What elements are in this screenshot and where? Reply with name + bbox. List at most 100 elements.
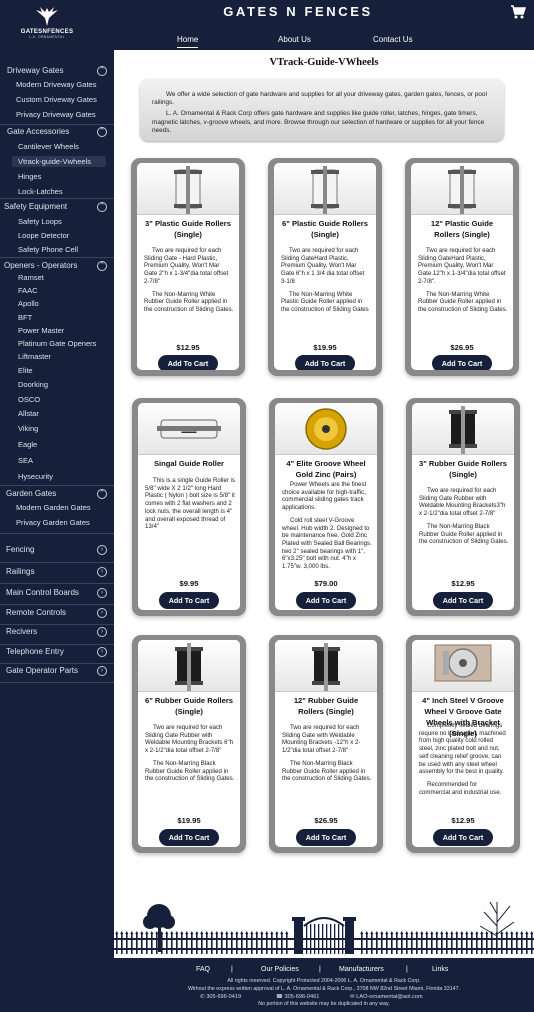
sidebar-section-railings[interactable]: Railings: [6, 567, 34, 577]
cart-icon[interactable]: [510, 4, 527, 20]
footer-email[interactable]: ✉ LAO-ornamental@aol.com: [350, 994, 423, 1000]
sidebar-item-power-master[interactable]: Power Master: [18, 326, 64, 336]
chevron-up-icon[interactable]: ⌃: [97, 66, 107, 76]
product-image[interactable]: [275, 403, 377, 455]
sidebar-section-gate-operator-parts[interactable]: Gate Operator Parts: [6, 666, 78, 676]
sidebar-section-recivers[interactable]: Recivers: [6, 627, 37, 637]
sidebar-item-safety-phone-cell[interactable]: Safety Phone Cell: [18, 245, 78, 255]
product-description: Two are required for each Sliding Gate -…: [144, 247, 234, 319]
sidebar-section-safety-equipment[interactable]: Safety Equipment: [4, 202, 67, 212]
sidebar-item-lock-latches[interactable]: Lock-Latches: [18, 187, 63, 197]
add-to-cart-button[interactable]: Add To Cart: [159, 829, 219, 846]
add-to-cart-button[interactable]: Add To Cart: [432, 355, 492, 370]
fence-picket: [246, 934, 248, 954]
single-roller-icon: ▬▬▬: [157, 419, 221, 439]
chevron-up-icon[interactable]: ⌃: [97, 127, 107, 137]
add-to-cart-button[interactable]: Add To Cart: [296, 829, 356, 846]
sidebar-item-cantilever-wheels[interactable]: Cantilever Wheels: [18, 142, 79, 152]
chevron-up-icon[interactable]: ⌃: [97, 489, 107, 499]
chevron-up-icon[interactable]: ⌃: [97, 202, 107, 212]
product-title[interactable]: 3" Rubber Guide Rollers (Single): [418, 458, 508, 480]
sidebar-section-garden-gates[interactable]: Garden Gates: [6, 489, 56, 499]
add-to-cart-button[interactable]: Add To Cart: [433, 829, 493, 846]
product-title[interactable]: 4" Elite Groove Wheel Gold Zinc (Pairs): [281, 458, 371, 480]
sidebar-section-remote-controls[interactable]: Remote Controls: [6, 608, 66, 618]
footer-link-faq[interactable]: FAQ: [196, 966, 210, 973]
sidebar-item-vtrack-guide-vwheels[interactable]: Vtrack-guide-Vwheels: [18, 157, 91, 167]
sidebar-item-custom-driveway-gates[interactable]: Custom Driveway Gates: [16, 95, 97, 105]
sidebar-item-loope-detector[interactable]: Loope Detector: [18, 231, 69, 241]
sidebar-item-elite[interactable]: Elite: [18, 366, 33, 376]
fence-picket: [256, 934, 258, 954]
site-logo[interactable]: GATESNFENCES L.A. ORNAMENTAL: [14, 6, 80, 46]
fence-picket: [216, 934, 218, 954]
sidebar-item-allstar[interactable]: Allstar: [18, 409, 39, 419]
product-title[interactable]: Singal Guide Roller: [144, 458, 234, 469]
fence-picket: [236, 934, 238, 954]
product-image[interactable]: [412, 403, 514, 455]
sidebar-section-main-control-boards[interactable]: Main Control Boards: [6, 588, 79, 598]
sidebar-item-apollo[interactable]: Apollo: [18, 299, 39, 309]
sidebar-item-safety-loops[interactable]: Safety Loops: [18, 217, 62, 227]
add-to-cart-button[interactable]: Add To Cart: [158, 355, 218, 370]
product-image[interactable]: [275, 640, 377, 692]
product-image[interactable]: [274, 163, 376, 215]
sidebar-section-telephone-entry[interactable]: Telephone Entry: [6, 647, 64, 657]
sidebar-section-gate-accessories[interactable]: Gate Accessories: [7, 127, 69, 137]
sidebar-item-viking[interactable]: Viking: [18, 424, 38, 434]
sidebar-item-faac[interactable]: FAAC: [18, 286, 38, 296]
sidebar-section-driveway-gates[interactable]: Driveway Gates: [7, 66, 63, 76]
chevron-right-icon[interactable]: ›: [97, 608, 107, 618]
chevron-right-icon[interactable]: ›: [97, 545, 107, 555]
nav-about-us[interactable]: About Us: [278, 35, 311, 44]
sidebar-item-hysecurity[interactable]: Hysecurity: [18, 472, 53, 482]
chevron-right-icon[interactable]: ›: [97, 627, 107, 637]
footer-link-links[interactable]: Links: [432, 966, 448, 973]
product-title[interactable]: 12" Rubber Guide Rollers (Single): [281, 695, 371, 717]
sidebar-section-fencing[interactable]: Fencing: [6, 545, 34, 555]
product-image[interactable]: [412, 640, 514, 692]
sidebar-item-modern-garden-gates[interactable]: Modern Garden Gates: [16, 503, 91, 513]
chevron-right-icon[interactable]: ›: [97, 666, 107, 676]
product-title[interactable]: 3" Plastic Guide Rollers (Single): [143, 218, 233, 240]
product-image[interactable]: [411, 163, 513, 215]
sidebar-item-privacy-garden-gates[interactable]: Privacy Garden Gates: [16, 518, 90, 528]
fence-picket: [366, 934, 368, 954]
sidebar-item-privacy-driveway-gates[interactable]: Privacy Driveway Gates: [16, 110, 96, 120]
product-image[interactable]: [138, 640, 240, 692]
sidebar-section-openers-operators[interactable]: Openers - Operators: [4, 261, 77, 271]
chevron-right-icon[interactable]: ›: [97, 647, 107, 657]
sidebar-item-modern-driveway-gates[interactable]: Modern Driveway Gates: [16, 80, 96, 90]
sidebar-item-sea[interactable]: SEA: [18, 456, 33, 466]
product-description-paragraph: The Non-Marring Black Rubber Guide Rolle…: [282, 759, 372, 783]
footer-link-our-policies[interactable]: Our Policies: [261, 966, 299, 973]
chevron-right-icon[interactable]: ›: [97, 567, 107, 577]
product-image[interactable]: ▬▬▬: [138, 403, 240, 455]
product-title[interactable]: 6" Plastic Guide Rollers (Single): [280, 218, 370, 240]
product-image[interactable]: [137, 163, 239, 215]
sidebar-item-doorking[interactable]: Doorking: [18, 380, 48, 390]
nav-contact-us[interactable]: Contact Us: [373, 35, 413, 44]
fence-picket-tip: [185, 931, 189, 934]
add-to-cart-button[interactable]: Add To Cart: [295, 355, 355, 370]
sidebar-item-liftmaster[interactable]: Liftmaster: [18, 352, 51, 362]
add-to-cart-button[interactable]: Add To Cart: [433, 592, 493, 609]
sidebar-item-osco[interactable]: OSCO: [18, 395, 40, 405]
sidebar-item-eagle[interactable]: Eagle: [18, 440, 37, 450]
add-to-cart-button[interactable]: Add To Cart: [296, 592, 356, 609]
add-to-cart-button[interactable]: Add To Cart: [159, 592, 219, 609]
footer-link-manufacturers[interactable]: Manufacturers: [339, 966, 384, 973]
chevron-right-icon[interactable]: ›: [97, 588, 107, 598]
product-title[interactable]: 12" Plastic Guide Rollers (Single): [417, 218, 507, 240]
nav-home[interactable]: Home: [177, 35, 199, 48]
product-title[interactable]: 6" Rubber Guide Rollers (Single): [144, 695, 234, 717]
sidebar-item-bft[interactable]: BFT: [18, 313, 32, 323]
product-card-body: 4" Inch Steel V Groove Wheel V Groove Ga…: [412, 640, 514, 847]
sidebar-item-hinges[interactable]: Hinges: [18, 172, 41, 182]
footer-email-text[interactable]: LAO-ornamental@aol.com: [356, 994, 422, 1000]
fence-picket: [161, 934, 163, 954]
sidebar-item-ramset[interactable]: Ramset: [18, 273, 44, 283]
chevron-up-icon[interactable]: ⌃: [97, 261, 107, 271]
fence-picket-tip: [195, 931, 199, 934]
sidebar-item-platinum-gate-openers[interactable]: Platinum Gate Openers: [18, 339, 96, 349]
